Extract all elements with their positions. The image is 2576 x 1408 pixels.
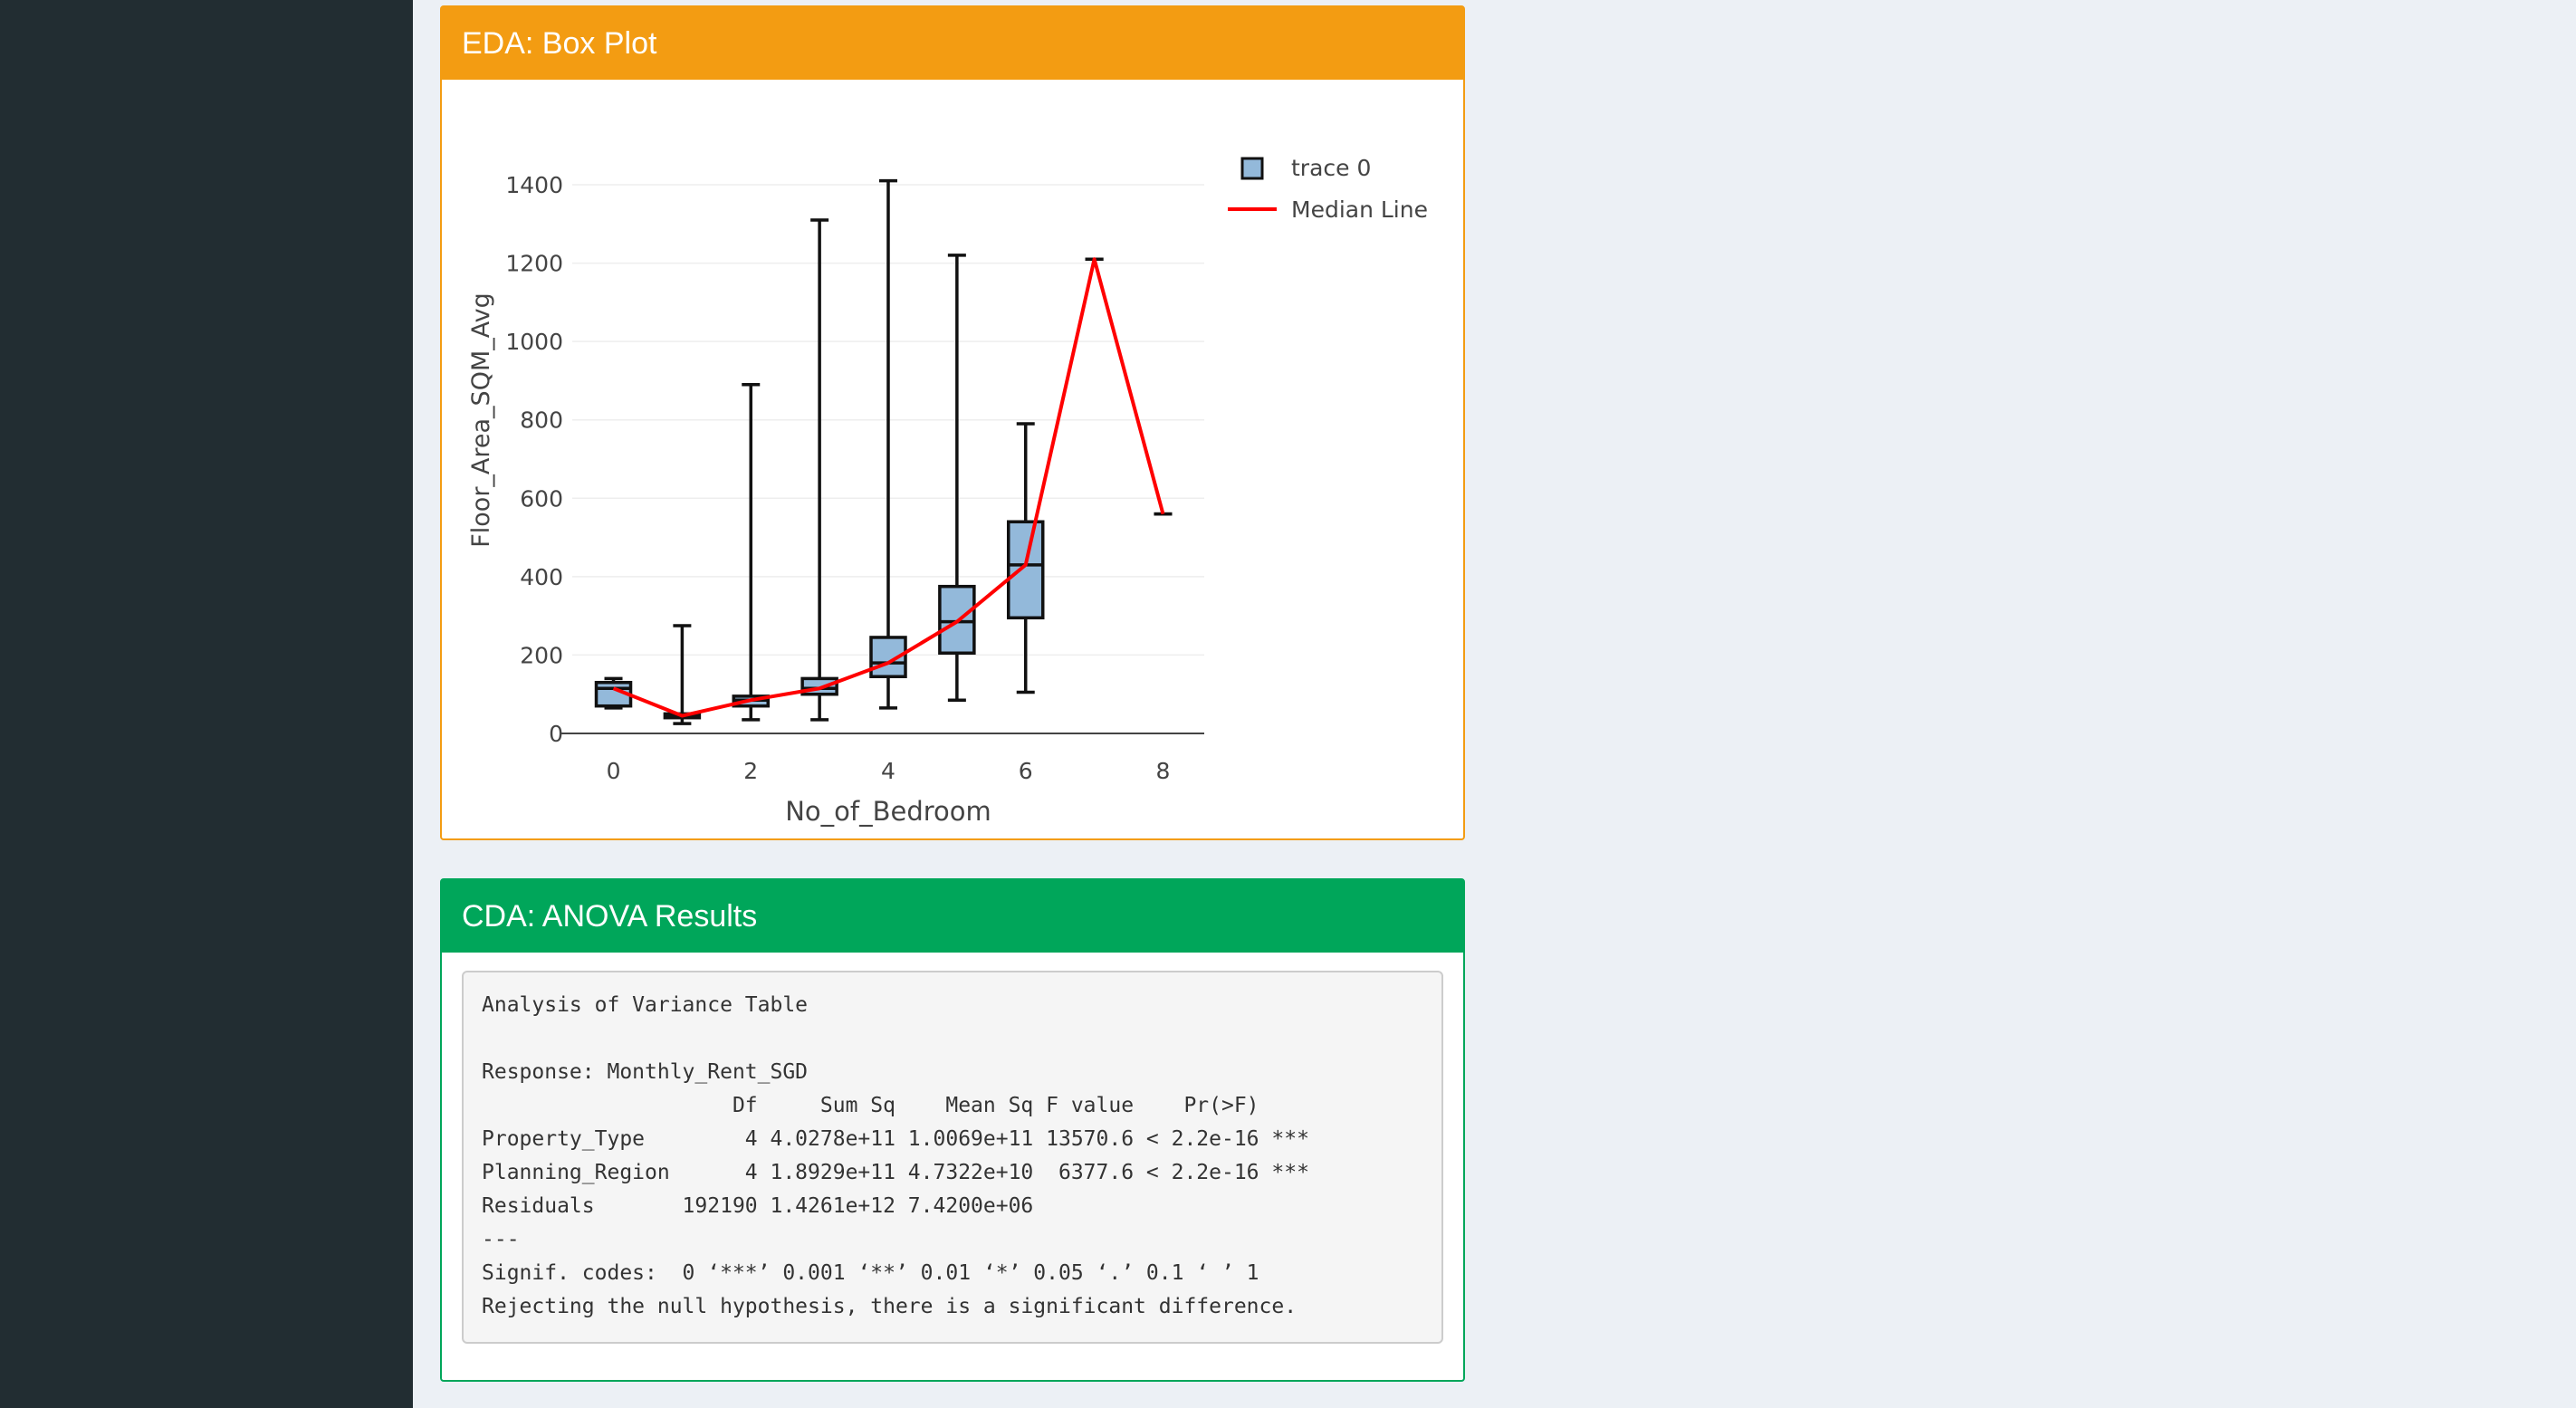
box-traces[interactable] bbox=[594, 178, 1173, 725]
legend-item-median-line[interactable]: Median Line bbox=[1228, 196, 1428, 223]
eda-box-title: EDA: Box Plot bbox=[442, 7, 1463, 80]
legend-item-trace-0[interactable]: trace 0 bbox=[1240, 155, 1371, 181]
anova-line: --- bbox=[482, 1228, 520, 1251]
y-tick-label: 0 bbox=[549, 721, 563, 747]
anova-line: Property_Type 4 4.0278e+11 1.0069e+11 13… bbox=[482, 1127, 1309, 1151]
eda-box-plot-panel: EDA: Box Plot 0 200 400 600 800 1000 1200 1400 0… bbox=[440, 5, 1465, 840]
x-tick-label: 6 bbox=[1019, 758, 1033, 784]
box-item bbox=[732, 383, 771, 722]
box-plot-svg[interactable]: 0 200 400 600 800 1000 1200 1400 0 2 4 6 8 No_of_Bed… bbox=[442, 80, 1463, 838]
y-tick-label: 800 bbox=[520, 407, 563, 434]
x-tick-label: 8 bbox=[1156, 758, 1171, 784]
legend[interactable]: trace 0 Median Line bbox=[1228, 155, 1428, 223]
anova-output-block: Analysis of Variance Table Response: Mon… bbox=[462, 971, 1443, 1344]
x-tick-label: 4 bbox=[881, 758, 895, 784]
anova-line: Df Sum Sq Mean Sq F value Pr(>F) bbox=[482, 1094, 1309, 1117]
anova-line: Rejecting the null hypothesis, there is … bbox=[482, 1295, 1298, 1318]
cda-anova-panel: CDA: ANOVA Results Analysis of Variance … bbox=[440, 878, 1465, 1382]
y-tick-label: 400 bbox=[520, 564, 563, 590]
box-item bbox=[800, 218, 838, 722]
box-item bbox=[663, 624, 702, 725]
y-tick-label: 1000 bbox=[505, 329, 563, 355]
y-tick-label: 600 bbox=[520, 485, 563, 512]
x-tick-label: 0 bbox=[607, 758, 621, 784]
legend-label-trace-0: trace 0 bbox=[1291, 155, 1371, 181]
y-tick-label: 1200 bbox=[505, 251, 563, 277]
box-iqr bbox=[1006, 520, 1045, 620]
anova-line bbox=[482, 1022, 1423, 1056]
box-item bbox=[938, 254, 976, 702]
y-tick-label: 200 bbox=[520, 642, 563, 668]
anova-line: Response: Monthly_Rent_SGD bbox=[482, 1060, 809, 1084]
sidebar bbox=[0, 0, 413, 1408]
legend-swatch-box bbox=[1240, 157, 1264, 180]
y-tick-label: 1400 bbox=[505, 172, 563, 198]
y-axis-title: Floor_Area_SQM_Avg bbox=[467, 292, 495, 548]
anova-line: Planning_Region 4 1.8929e+11 4.7322e+10 … bbox=[482, 1161, 1309, 1184]
x-axis-title: No_of_Bedroom bbox=[785, 796, 991, 827]
anova-line: Analysis of Variance Table bbox=[482, 993, 809, 1017]
box-item bbox=[869, 178, 907, 710]
box-plot-area[interactable]: 0 200 400 600 800 1000 1200 1400 0 2 4 6 8 No_of_Bed… bbox=[442, 80, 1463, 838]
cda-box-title: CDA: ANOVA Results bbox=[442, 880, 1463, 953]
x-tick-label: 2 bbox=[743, 758, 758, 784]
anova-line: Signif. codes: 0 ‘***’ 0.001 ‘**’ 0.01 ‘… bbox=[482, 1261, 1259, 1285]
anova-line: Residuals 192190 1.4261e+12 7.4200e+06 bbox=[482, 1194, 1309, 1218]
legend-label-median-line: Median Line bbox=[1291, 196, 1428, 223]
